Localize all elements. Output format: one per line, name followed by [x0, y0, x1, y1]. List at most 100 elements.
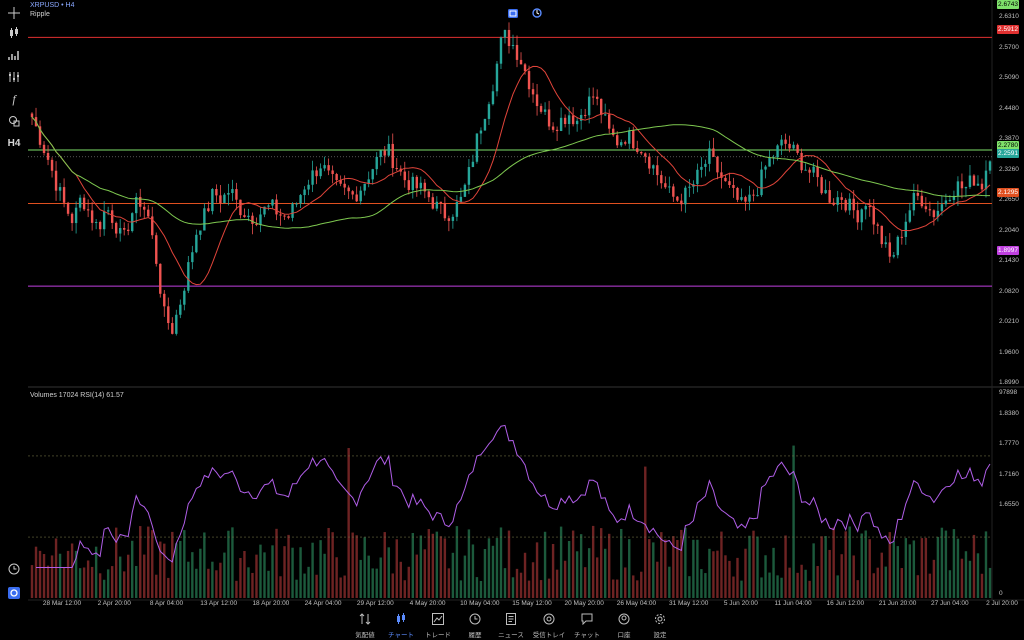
price-axis-label: 2.5090 — [999, 74, 1019, 81]
time-axis-label: 2 Apr 20:00 — [97, 600, 131, 607]
candle-body — [363, 183, 366, 191]
volume-bar — [692, 539, 695, 598]
candle-body — [940, 204, 944, 211]
volume-bar — [852, 555, 855, 598]
crosshair-icon[interactable] — [5, 4, 23, 22]
candle-body — [700, 166, 703, 170]
volume-bar — [928, 573, 932, 598]
candle-body — [219, 195, 222, 204]
volume-bar — [876, 567, 879, 598]
volume-bar — [363, 537, 366, 598]
price-chart[interactable] — [0, 0, 1024, 610]
nav-quotes[interactable]: 気配値 — [347, 612, 383, 639]
volume-bar — [932, 559, 936, 598]
candle-body — [307, 184, 310, 190]
candle-body — [147, 209, 150, 217]
volume-bar — [34, 546, 38, 598]
volume-bar — [323, 553, 326, 598]
volume-bar — [567, 540, 571, 598]
shapes-icon[interactable] — [5, 112, 23, 130]
timeframe-button[interactable]: H4 — [5, 134, 23, 152]
volume-bar — [179, 540, 182, 598]
volume-bar — [311, 542, 314, 598]
nav-chart[interactable]: チャート — [383, 612, 419, 639]
objects-icon[interactable] — [5, 68, 23, 86]
candle-body — [808, 169, 811, 173]
price-axis-label: 1.7160 — [999, 470, 1019, 478]
candle-body — [102, 211, 106, 230]
bottom-navigation: 気配値 チャート トレード 履歴 ニュース 受信トレイ チャット 口座 設定 — [0, 610, 1024, 640]
indicators-icon[interactable] — [5, 46, 23, 64]
candle-body — [291, 203, 294, 218]
volume-bar — [948, 570, 952, 598]
candle-body — [323, 165, 326, 169]
nav-account[interactable]: 口座 — [606, 612, 642, 639]
candle-body — [716, 156, 719, 173]
volume-bar — [972, 534, 976, 598]
clock-icon[interactable] — [5, 560, 23, 578]
volume-bar — [740, 580, 743, 598]
symbol-name: Ripple — [30, 11, 50, 18]
candle-body — [872, 206, 875, 225]
candle-body — [279, 214, 282, 216]
nav-label: ニュース — [498, 632, 524, 639]
candle-body — [864, 206, 867, 210]
candle-body — [487, 104, 491, 119]
symbol-title[interactable]: XRPUSD • H4 — [30, 2, 75, 9]
candle-body — [832, 202, 835, 205]
chat-icon — [580, 612, 594, 626]
volume-bar — [106, 569, 110, 598]
volume-bar — [808, 580, 811, 598]
volume-bar — [431, 533, 435, 598]
volume-bar — [824, 536, 827, 598]
candle-body — [928, 209, 932, 211]
volume-bar — [110, 566, 114, 598]
candle-body — [159, 263, 162, 294]
volume-bar — [988, 567, 992, 598]
volume-bar — [263, 552, 266, 598]
candle-body — [271, 199, 274, 206]
volume-bar — [952, 529, 956, 598]
time-axis-label: 2 Jul 20:00 — [986, 600, 1018, 607]
candle-body — [355, 194, 358, 202]
volume-bar — [860, 533, 863, 598]
candle-body — [728, 181, 731, 186]
candle-body — [892, 255, 895, 257]
nav-news[interactable]: ニュース — [493, 612, 529, 639]
candle-body — [668, 186, 671, 188]
volume-bar — [351, 532, 354, 598]
one-click-trade-icon[interactable] — [532, 8, 542, 18]
nav-chat[interactable]: チャット — [569, 612, 605, 639]
candlestick-type-icon[interactable] — [5, 24, 23, 42]
volume-bar — [395, 539, 398, 598]
volume-bar — [187, 561, 190, 598]
time-axis-label: 29 Apr 12:00 — [356, 600, 394, 607]
candle-body — [231, 189, 234, 194]
candle-body — [756, 195, 759, 197]
price-axis-label: 2.0210 — [999, 318, 1019, 325]
candle-body — [215, 189, 218, 196]
event-flag-icon[interactable] — [508, 8, 518, 18]
candle-body — [114, 222, 118, 234]
nav-trade[interactable]: トレード — [420, 612, 456, 639]
candle-body — [351, 191, 354, 195]
volume-bar — [143, 554, 146, 598]
volume-bar — [523, 552, 527, 598]
nav-history[interactable]: 履歴 — [457, 612, 493, 639]
volume-bar — [347, 448, 350, 598]
price-axis-label: 1.6550 — [999, 501, 1019, 508]
time-axis-label: 10 May 04:00 — [460, 600, 500, 607]
volume-bar — [487, 538, 491, 598]
candle-body — [636, 148, 639, 152]
nav-inbox[interactable]: 受信トレイ — [531, 612, 567, 639]
quotes-icon — [358, 612, 372, 626]
candle-body — [415, 176, 419, 189]
volume-bar — [495, 538, 499, 598]
candle-body — [491, 91, 495, 105]
volume-bar — [50, 555, 54, 598]
nav-settings[interactable]: 設定 — [642, 612, 678, 639]
nav-label: チャート — [388, 632, 414, 639]
broker-logo-icon[interactable] — [5, 584, 23, 602]
function-icon[interactable]: f — [5, 90, 23, 108]
candle-body — [407, 180, 410, 190]
